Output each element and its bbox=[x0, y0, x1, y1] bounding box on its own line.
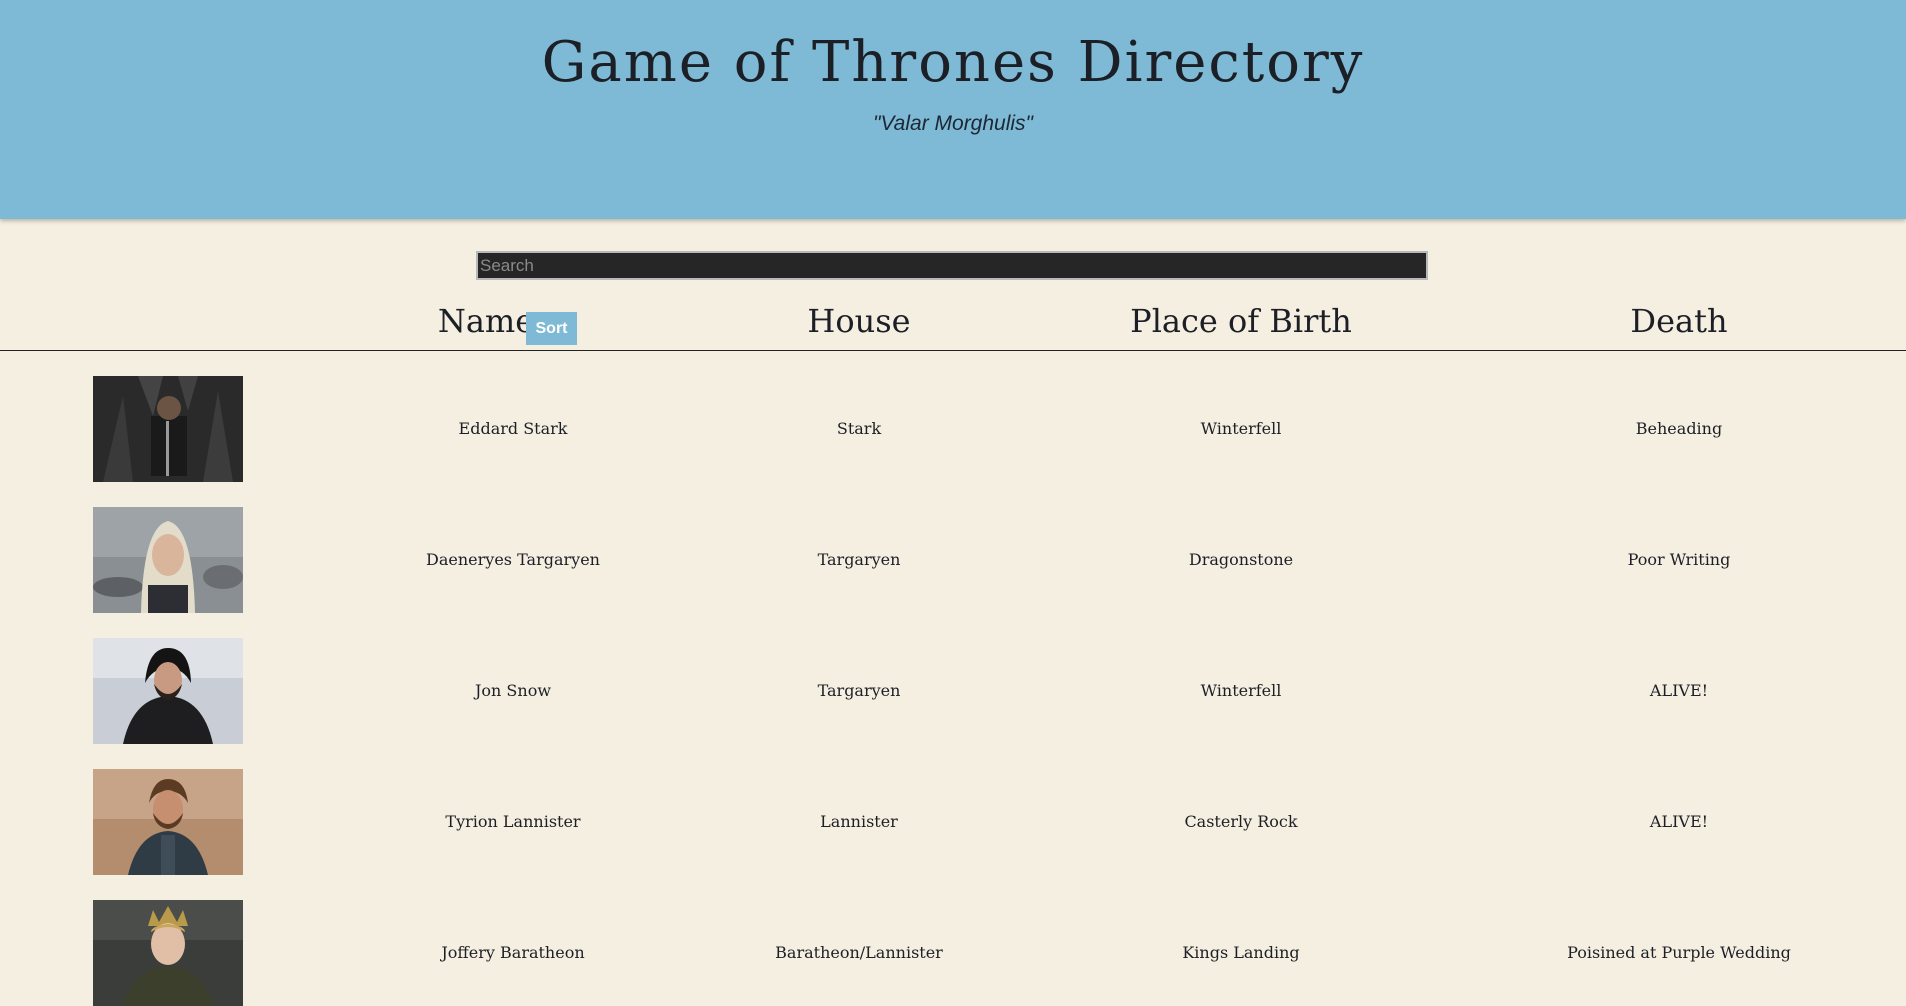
cell-house: Stark bbox=[836, 419, 882, 438]
cell-house: Targaryen bbox=[817, 681, 901, 700]
cell-death: Poor Writing bbox=[1627, 550, 1731, 569]
column-header-death: Death bbox=[1630, 302, 1728, 340]
cell-death: Beheading bbox=[1635, 419, 1723, 438]
character-portrait bbox=[93, 638, 243, 744]
page-title: Game of Thrones Directory bbox=[541, 30, 1365, 95]
cell-death: ALIVE! bbox=[1649, 812, 1709, 831]
cell-name: Eddard Stark bbox=[458, 419, 568, 438]
cell-house: Lannister bbox=[820, 812, 898, 831]
header-divider bbox=[0, 350, 1906, 351]
table-row: Jon Snow Targaryen Winterfell ALIVE! bbox=[0, 638, 1906, 744]
cell-name: Tyrion Lannister bbox=[445, 812, 581, 831]
column-header-house: House bbox=[807, 302, 911, 340]
table-row: Tyrion Lannister Lannister Casterly Rock… bbox=[0, 769, 1906, 875]
table-row: Daeneryes Targaryen Targaryen Dragonston… bbox=[0, 507, 1906, 613]
sort-button[interactable]: Sort bbox=[526, 312, 577, 345]
table-row: Eddard Stark Stark Winterfell Beheading bbox=[0, 376, 1906, 482]
character-portrait bbox=[93, 769, 243, 875]
cell-name: Jon Snow bbox=[474, 681, 552, 700]
table-row: Joffery Baratheon Baratheon/Lannister Ki… bbox=[0, 900, 1906, 1006]
cell-place-of-birth: Casterly Rock bbox=[1184, 812, 1298, 831]
cell-place-of-birth: Kings Landing bbox=[1182, 943, 1300, 962]
cell-name: Daeneryes Targaryen bbox=[426, 550, 600, 569]
cell-house: Targaryen bbox=[817, 550, 901, 569]
site-header: Game of Thrones Directory "Valar Morghul… bbox=[0, 0, 1906, 219]
cell-death: Poisined at Purple Wedding bbox=[1567, 943, 1791, 962]
cell-house: Baratheon/Lannister bbox=[775, 943, 943, 962]
character-portrait bbox=[93, 376, 243, 482]
column-header-name: Name bbox=[437, 302, 535, 340]
cell-place-of-birth: Winterfell bbox=[1200, 419, 1282, 438]
column-header-place-of-birth: Place of Birth bbox=[1130, 302, 1352, 340]
cell-death: ALIVE! bbox=[1649, 681, 1709, 700]
character-portrait bbox=[93, 507, 243, 613]
cell-place-of-birth: Dragonstone bbox=[1188, 550, 1294, 569]
cell-place-of-birth: Winterfell bbox=[1200, 681, 1282, 700]
page-subtitle: "Valar Morghulis" bbox=[872, 112, 1034, 135]
cell-name: Joffery Baratheon bbox=[441, 943, 585, 962]
search-input[interactable] bbox=[476, 251, 1428, 280]
character-portrait bbox=[93, 900, 243, 1006]
